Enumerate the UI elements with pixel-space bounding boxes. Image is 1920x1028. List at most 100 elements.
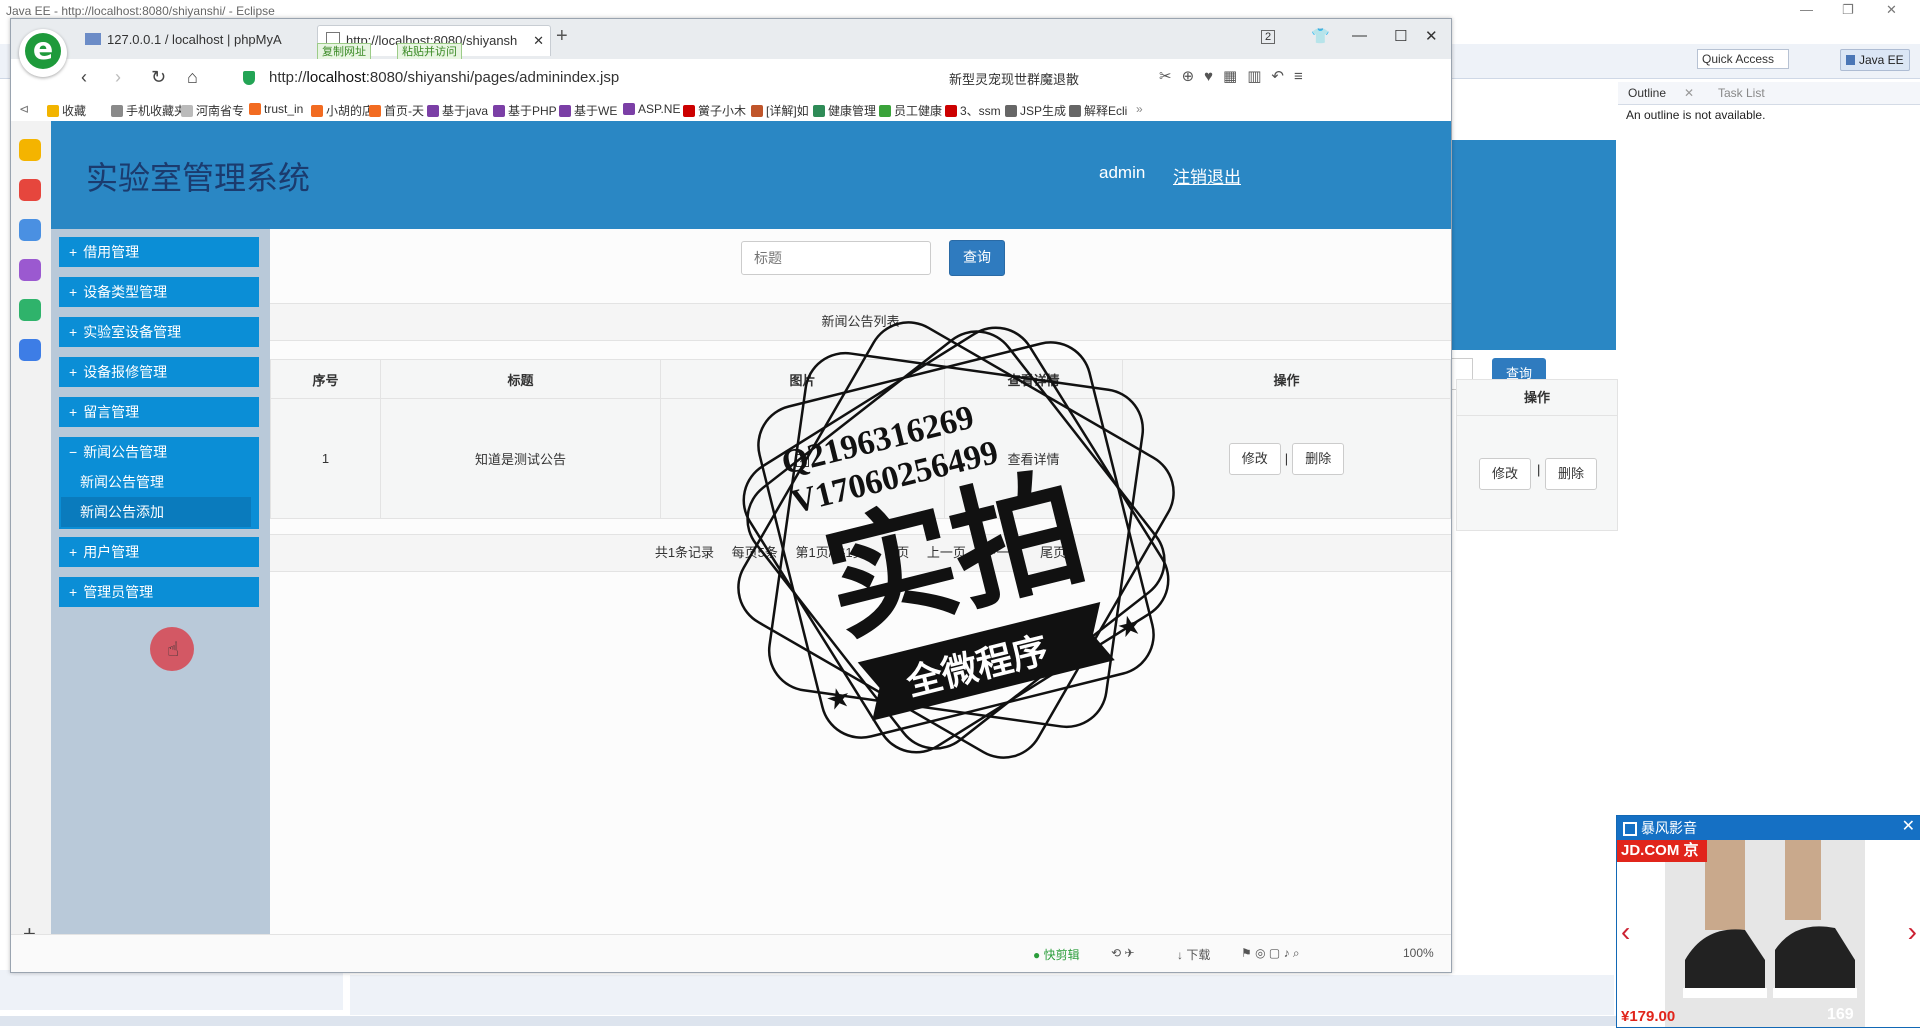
hot-search-input[interactable]: 新型灵宠现世群魔退散 [949,69,1079,88]
column-header: 序号 [270,359,381,399]
weibo-icon[interactable] [19,179,41,201]
task-list-tab[interactable]: Task List [1718,86,1765,100]
video-icon[interactable] [19,299,41,321]
ad-product-image[interactable] [1665,840,1865,1027]
browser-tab-bar: 127.0.0.1 / localhost | phpMyA http://lo… [11,19,1451,61]
column-header: 图片 [660,359,945,399]
zoom-level[interactable]: 100% [1403,946,1434,960]
notes-icon[interactable] [19,339,41,361]
bookmark-item[interactable]: 3、ssm [945,102,1001,119]
row-detail-link[interactable]: 查看详情 [944,398,1123,519]
bookmark-item[interactable]: 小胡的店 [311,102,374,119]
bookmark-item[interactable]: 手机收藏夹 [111,102,186,119]
tab-count-badge[interactable]: 2 [1261,30,1276,44]
toolbar-icons[interactable]: ✂⊕♥▦▥↶≡ [1159,67,1313,85]
outline-message: An outline is not available. [1626,108,1766,122]
background-header-bar [1452,140,1616,350]
quick-clip-button[interactable]: ● 快剪辑 [1033,946,1080,963]
new-tab-icon[interactable]: + [556,25,568,48]
favorites-icon[interactable] [19,139,41,161]
forward-icon[interactable]: › [115,67,121,88]
browser-logo-icon[interactable] [19,29,67,77]
bookmark-item[interactable]: 基于java [427,102,488,119]
logout-link[interactable]: 注销退出 [1173,163,1241,188]
outline-tabbar: Outline ✕ Task List [1618,82,1920,105]
menu-message[interactable]: + 留言管理 [59,397,259,427]
bookmark-item[interactable]: trust_in [249,102,303,116]
bookmark-item[interactable]: 解释Ecli [1069,102,1127,119]
outline-tab-close-icon[interactable]: ✕ [1684,86,1694,100]
url-input[interactable]: http://localhost:8080/shiyanshi/pages/ad… [269,69,619,86]
column-header: 查看详情 [944,359,1123,399]
eclipse-bottom-panel-main [350,975,1614,1015]
quick-access-input[interactable]: Quick Access [1697,49,1789,69]
ad-next-icon[interactable]: › [1908,916,1917,948]
browser-tab-phpmyadmin[interactable]: 127.0.0.1 / localhost | phpMyA [85,25,325,55]
bookmarks-more-icon[interactable]: » [1136,102,1143,116]
browser-close-icon[interactable]: ✕ [1425,27,1438,45]
edit-button[interactable]: 修改 [1228,442,1281,475]
ad-close-icon[interactable]: ✕ [1902,816,1915,836]
status-tools-icons[interactable]: ⚑ ◎ ▢ ♪ ⌕ [1241,946,1300,961]
menu-user[interactable]: + 用户管理 [59,537,259,567]
last-page-link[interactable]: 尾页 [1040,545,1066,560]
eclipse-minimize-icon[interactable]: — [1800,2,1813,17]
app-title: 实验室管理系统 [86,160,311,196]
title-search-input[interactable] [741,241,931,275]
refresh-icon[interactable]: ↻ [151,67,166,88]
menu-device-type[interactable]: + 设备类型管理 [59,277,259,307]
browser-minimize-icon[interactable]: — [1352,27,1367,44]
home-icon[interactable]: ⌂ [187,67,198,88]
action-separator: | [1284,450,1289,466]
eclipse-close-icon[interactable]: ✕ [1886,2,1897,18]
pagination: 共1条记录 每页5条 第1页/共1页 首页 上一页 下一页 尾页 [270,534,1451,572]
back-icon[interactable]: ‹ [81,67,87,88]
menu-borrow[interactable]: + 借用管理 [59,237,259,267]
prev-page-link[interactable]: 上一页 [927,545,966,560]
menu-lab-device[interactable]: + 实验室设备管理 [59,317,259,347]
bookmark-item[interactable]: 员工健康 [879,102,942,119]
ad-prev-icon[interactable]: ‹ [1621,916,1630,948]
first-page-link[interactable]: 首页 [883,545,909,560]
bookmark-item[interactable]: 健康管理 [813,102,876,119]
bookmark-item[interactable]: 基于PHP [493,102,557,119]
eclipse-restore-icon[interactable]: ❐ [1842,2,1854,18]
total-records: 共1条记录 [654,545,715,560]
mail-icon[interactable] [19,219,41,241]
status-icons[interactable]: ⟲ ✈ [1111,946,1134,960]
menu-device-repair[interactable]: + 设备报修管理 [59,357,259,387]
bookmark-item[interactable]: 河南省专 [181,102,244,119]
submenu-news-add[interactable]: 新闻公告添加 [61,497,251,527]
next-page-link[interactable]: 下一页 [984,545,1023,560]
download-button[interactable]: ↓ 下载 [1177,946,1210,963]
table-header-row: 序号 标题 图片 查看详情 操作 [270,359,1451,399]
eclipse-bottom-panel-left [0,970,343,1010]
bookmarks-collapse-icon[interactable]: ⊲ [19,102,29,116]
menu-admin[interactable]: + 管理员管理 [59,577,259,607]
skin-icon[interactable]: 👕 [1311,27,1330,45]
bookmark-item[interactable]: 基于WE [559,102,617,119]
bookmark-item[interactable]: [详解]如 [751,102,809,119]
tab-close-icon[interactable]: ✕ [533,26,544,56]
sneaker-image [1665,840,1865,1027]
bookmark-item[interactable]: JSP生成 [1005,102,1066,119]
page-info: 第1页/共1页 [795,545,866,560]
bookmarks-bar: ⊲ 收藏 手机收藏夹 河南省专 trust_in 小胡的店 首页-天 基于jav… [11,97,1451,122]
submenu-news-manage[interactable]: 新闻公告管理 [61,467,251,497]
apps-icon[interactable] [19,259,41,281]
bookmark-item[interactable]: 首页-天 [369,102,424,119]
background-edit-button[interactable]: 修改 [1479,458,1531,490]
web-page: 实验室管理系统 admin 注销退出 + 借用管理 + 设备类型管理 + 实验室设备管… [51,121,1451,934]
bookmark-item[interactable]: 收藏 [47,102,86,119]
bookmark-item[interactable]: 黉子小木 [683,102,746,119]
current-user: admin [1099,163,1146,182]
background-delete-button[interactable]: 删除 [1545,458,1597,490]
java-ee-perspective-button[interactable]: Java EE [1840,49,1910,71]
background-separator: | [1537,462,1541,477]
eclipse-window-title: Java EE - http://localhost:8080/shiyansh… [6,4,275,18]
delete-button[interactable]: 删除 [1292,442,1345,475]
browser-maximize-icon[interactable]: ☐ [1394,27,1407,45]
query-button[interactable]: 查询 [949,240,1005,276]
bookmark-item[interactable]: ASP.NE [623,102,680,116]
outline-tab[interactable]: Outline [1628,86,1666,100]
